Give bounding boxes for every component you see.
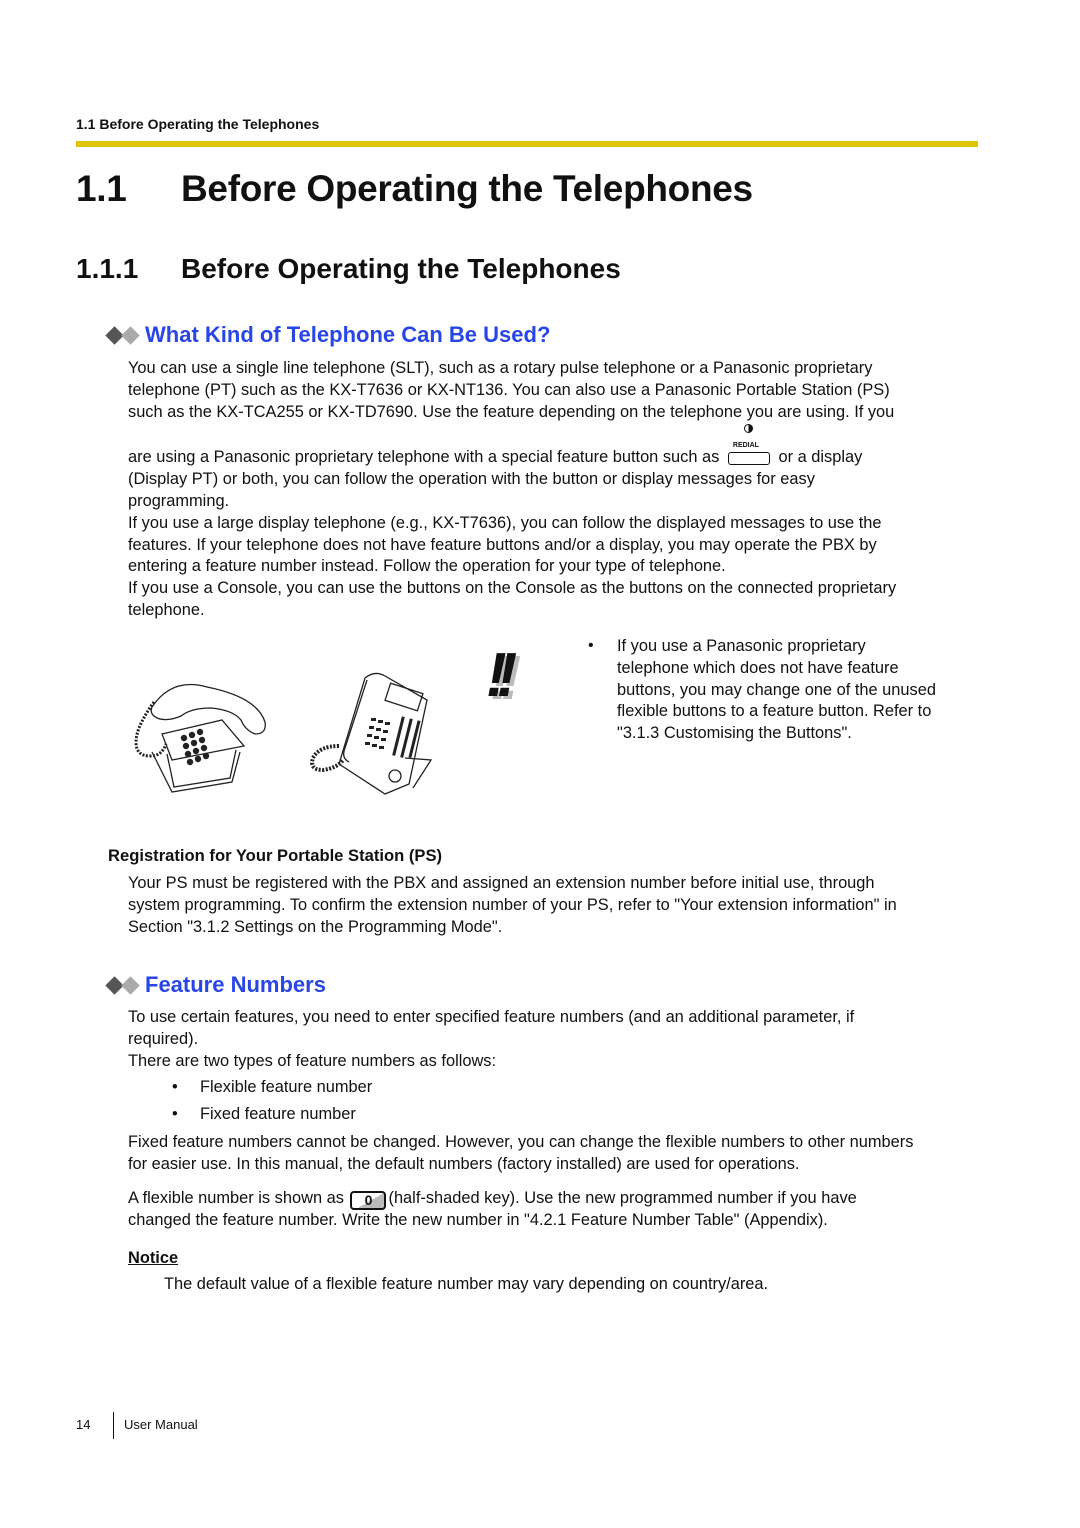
text-line: system programming. To confirm the exten…	[128, 895, 897, 914]
fixed-numbers-paragraph: Fixed feature numbers cannot be changed.…	[128, 1132, 980, 1176]
section-heading-what-kind: What Kind of Telephone Can Be Used?	[105, 322, 551, 348]
text-line: flexible buttons to a feature button. Re…	[617, 702, 932, 721]
list-item: • Flexible feature number	[172, 1078, 372, 1097]
registration-paragraph: Your PS must be registered with the PBX …	[128, 873, 980, 938]
text-span: are using a Panasonic proprietary teleph…	[128, 448, 720, 467]
led-icon	[743, 424, 753, 434]
text-line: If you use a large display telephone (e.…	[128, 513, 882, 532]
heading-number: 1.1	[76, 168, 127, 209]
text-line: programming.	[128, 491, 230, 510]
text-line: Fixed feature numbers cannot be changed.…	[128, 1133, 914, 1151]
list-item-text: Flexible feature number	[200, 1078, 373, 1096]
heading-title: Before Operating the Telephones	[181, 168, 753, 209]
feature-numbers-paragraph: To use certain features, you need to ent…	[128, 1007, 980, 1072]
page-number: 14	[76, 1417, 91, 1432]
single-line-telephone-image	[134, 683, 266, 793]
header-rule	[76, 141, 978, 147]
footer-divider	[113, 1412, 114, 1439]
running-header: 1.1 Before Operating the Telephones	[76, 116, 320, 132]
redial-button-icon: REDIAL	[727, 424, 771, 466]
text-line: telephone.	[128, 600, 205, 619]
text-line: Your PS must be registered with the PBX …	[128, 874, 875, 892]
text-line: There are two types of feature numbers a…	[128, 1051, 497, 1070]
notice-text: The default value of a flexible feature …	[164, 1275, 769, 1293]
text-line: Section "3.1.2 Settings on the Programmi…	[128, 917, 503, 936]
text-line: telephone (PT) such as the KX-T7636 or K…	[128, 380, 890, 399]
section-title: Feature Numbers	[145, 972, 326, 997]
text-line: required).	[128, 1029, 199, 1048]
bullet: •	[588, 637, 594, 654]
text-line: (Display PT) or both, you can follow the…	[128, 470, 815, 489]
bullet: •	[172, 1105, 178, 1123]
page-title: 1.1 Before Operating the Telephones	[76, 168, 753, 210]
subsection-title: 1.1.1 Before Operating the Telephones	[76, 253, 621, 285]
text-line: If you use a Panasonic proprietary	[617, 637, 866, 655]
text-line: such as the KX-TCA255 or KX-TD7690. Use …	[128, 402, 895, 421]
intro-paragraph: You can use a single line telephone (SLT…	[128, 358, 980, 622]
text-line: A flexible number is shown as 0 (half-sha…	[128, 1188, 980, 1210]
text-line: If you use a Console, you can use the bu…	[128, 579, 897, 598]
bullet: •	[172, 1078, 178, 1096]
double-exclamation-icon: !!	[486, 641, 517, 710]
text-line: "3.1.3 Customising the Buttons".	[617, 724, 852, 743]
registration-heading: Registration for Your Portable Station (…	[108, 846, 443, 865]
list-item: • Fixed feature number	[172, 1105, 356, 1124]
note-text: If you use a Panasonic proprietary telep…	[617, 636, 977, 745]
text-line: telephone which does not have feature	[617, 658, 899, 677]
text-line: are using a Panasonic proprietary teleph…	[128, 424, 980, 469]
text-line: changed the feature number. Write the ne…	[128, 1211, 828, 1229]
footer-title: User Manual	[124, 1417, 198, 1432]
heading-title: Before Operating the Telephones	[181, 253, 621, 284]
half-shaded-key-icon: 0	[350, 1191, 387, 1210]
proprietary-telephone-image	[310, 672, 433, 795]
text-line: entering a feature number instead. Follo…	[128, 557, 726, 576]
text-line: buttons, you may change one of the unuse…	[617, 680, 936, 699]
section-heading-feature-numbers: Feature Numbers	[105, 972, 326, 998]
text-line: features. If your telephone does not hav…	[128, 535, 877, 554]
text-line: You can use a single line telephone (SLT…	[128, 359, 873, 377]
heading-number: 1.1.1	[76, 253, 139, 284]
section-title: What Kind of Telephone Can Be Used?	[145, 322, 551, 347]
flexible-number-paragraph: A flexible number is shown as 0 (half-sha…	[128, 1188, 980, 1232]
text-line: for easier use. In this manual, the defa…	[128, 1154, 800, 1173]
notice-label: Notice	[128, 1249, 179, 1267]
text-span: (half-shaded key). Use the new programme…	[388, 1189, 857, 1207]
diamond-bullets-icon	[105, 325, 140, 345]
text-line: To use certain features, you need to ent…	[128, 1008, 855, 1026]
text-span: A flexible number is shown as	[128, 1189, 344, 1207]
list-item-text: Fixed feature number	[200, 1105, 356, 1123]
text-span: or a display	[778, 448, 863, 467]
diamond-bullets-icon	[105, 975, 140, 995]
